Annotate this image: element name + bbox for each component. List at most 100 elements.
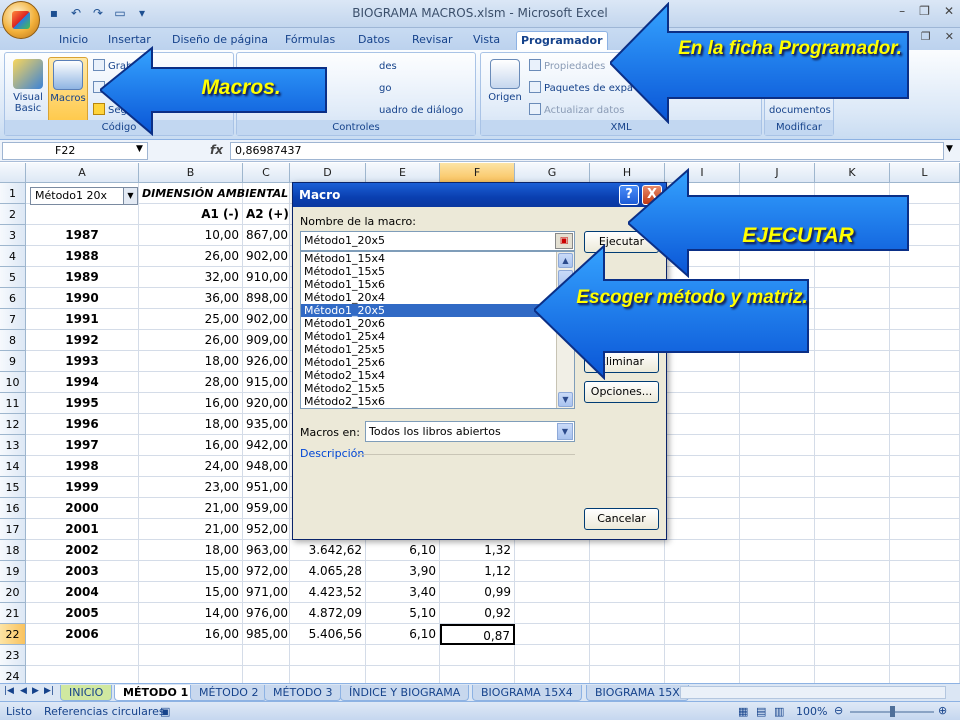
cell[interactable] <box>665 561 740 582</box>
cell[interactable]: 971,00 <box>243 582 290 603</box>
cell[interactable]: 1996 <box>26 414 139 435</box>
cell[interactable] <box>890 435 960 456</box>
sheet-tab[interactable]: BIOGRAMA 15X4 <box>472 685 582 701</box>
office-button[interactable] <box>2 1 40 39</box>
macros-in-select[interactable]: Todos los libros abiertos ▼ <box>365 421 575 442</box>
cell[interactable] <box>890 330 960 351</box>
cell[interactable] <box>890 624 960 645</box>
cell[interactable] <box>26 645 139 666</box>
sheet-tab[interactable]: BIOGRAMA 15X <box>586 685 689 701</box>
cell[interactable]: 1991 <box>26 309 139 330</box>
cell[interactable]: 18,00 <box>139 540 243 561</box>
cell[interactable]: 1988 <box>26 246 139 267</box>
chevron-down-icon[interactable]: ▼ <box>123 188 137 204</box>
cell[interactable]: 963,00 <box>243 540 290 561</box>
macro-record-icon[interactable]: ▣ <box>160 705 170 718</box>
cell[interactable]: 2003 <box>26 561 139 582</box>
cell[interactable] <box>590 582 665 603</box>
cell[interactable] <box>890 540 960 561</box>
cell[interactable]: 985,00 <box>243 624 290 645</box>
cell[interactable] <box>740 582 815 603</box>
row-header[interactable]: 5 <box>0 267 26 288</box>
cancel-button[interactable]: Cancelar <box>584 508 659 530</box>
row-header[interactable]: 15 <box>0 477 26 498</box>
cell[interactable]: 4.872,09 <box>290 603 366 624</box>
sheet-tab[interactable]: MÉTODO 1 <box>114 685 198 701</box>
column-header[interactable]: D <box>290 163 366 183</box>
cell[interactable]: 2005 <box>26 603 139 624</box>
cell[interactable]: 952,00 <box>243 519 290 540</box>
row-header[interactable]: 1 <box>0 183 26 204</box>
next-sheet-icon[interactable]: ▶ <box>32 686 39 696</box>
sheet-tab[interactable]: MÉTODO 3 <box>264 685 342 701</box>
row-header[interactable]: 14 <box>0 456 26 477</box>
cell[interactable]: 15,00 <box>139 582 243 603</box>
cell[interactable] <box>440 645 515 666</box>
tab-inicio[interactable]: Inicio <box>55 31 92 50</box>
cell[interactable] <box>590 540 665 561</box>
xml-properties-button[interactable]: Propiedades <box>529 59 605 75</box>
cell[interactable] <box>815 414 890 435</box>
cell[interactable] <box>26 204 139 225</box>
cell[interactable]: 1999 <box>26 477 139 498</box>
cell[interactable] <box>665 414 740 435</box>
options-button[interactable]: Opciones... <box>584 381 659 403</box>
doc-close-icon[interactable]: ✕ <box>945 30 954 43</box>
visual-basic-button[interactable]: Visual Basic <box>9 57 47 114</box>
cell[interactable]: 0,87 <box>440 624 515 645</box>
row-header[interactable]: 13 <box>0 435 26 456</box>
cell[interactable] <box>740 561 815 582</box>
cell[interactable] <box>890 561 960 582</box>
cell[interactable] <box>815 351 890 372</box>
cell[interactable]: 4.423,52 <box>290 582 366 603</box>
cell[interactable] <box>665 498 740 519</box>
cell[interactable]: 1987 <box>26 225 139 246</box>
cell[interactable]: 2000 <box>26 498 139 519</box>
cell[interactable] <box>590 561 665 582</box>
cell[interactable]: 28,00 <box>139 372 243 393</box>
cell[interactable]: 2001 <box>26 519 139 540</box>
zoom-out-icon[interactable]: ⊖ <box>834 704 843 717</box>
first-sheet-icon[interactable]: |◀ <box>4 686 14 696</box>
cell[interactable] <box>290 666 366 683</box>
cell[interactable]: 16,00 <box>139 393 243 414</box>
cell[interactable]: 32,00 <box>139 267 243 288</box>
name-box[interactable]: F22 <box>2 142 148 160</box>
cell[interactable] <box>815 582 890 603</box>
cell[interactable] <box>440 666 515 683</box>
cell[interactable] <box>590 666 665 683</box>
cell[interactable]: 942,00 <box>243 435 290 456</box>
cell[interactable] <box>815 603 890 624</box>
cell[interactable]: 948,00 <box>243 456 290 477</box>
cell[interactable] <box>665 540 740 561</box>
cell[interactable] <box>815 435 890 456</box>
cell[interactable]: 1992 <box>26 330 139 351</box>
cell[interactable]: 1989 <box>26 267 139 288</box>
cell[interactable] <box>515 561 590 582</box>
tab-programador[interactable]: Programador <box>516 31 608 50</box>
row-header[interactable]: 19 <box>0 561 26 582</box>
horizontal-scrollbar[interactable] <box>680 686 946 699</box>
cell[interactable]: 1995 <box>26 393 139 414</box>
cell[interactable] <box>515 582 590 603</box>
cell[interactable]: 1990 <box>26 288 139 309</box>
normal-view-icon[interactable]: ▦ <box>738 705 748 718</box>
cell[interactable] <box>890 645 960 666</box>
cell[interactable]: 2002 <box>26 540 139 561</box>
cell[interactable] <box>665 456 740 477</box>
cell[interactable]: 2006 <box>26 624 139 645</box>
cell[interactable]: 14,00 <box>139 603 243 624</box>
cell[interactable] <box>815 540 890 561</box>
cell[interactable]: 18,00 <box>139 351 243 372</box>
cell[interactable] <box>665 624 740 645</box>
run-dialog-button[interactable]: uadro de diálogo <box>379 103 463 119</box>
cell[interactable] <box>890 456 960 477</box>
cell[interactable]: 23,00 <box>139 477 243 498</box>
cell[interactable]: 36,00 <box>139 288 243 309</box>
cell[interactable] <box>815 666 890 683</box>
cell[interactable]: 867,00 <box>243 225 290 246</box>
cell[interactable]: 25,00 <box>139 309 243 330</box>
cell[interactable] <box>665 666 740 683</box>
cell[interactable]: 1,32 <box>440 540 515 561</box>
cell[interactable]: 951,00 <box>243 477 290 498</box>
